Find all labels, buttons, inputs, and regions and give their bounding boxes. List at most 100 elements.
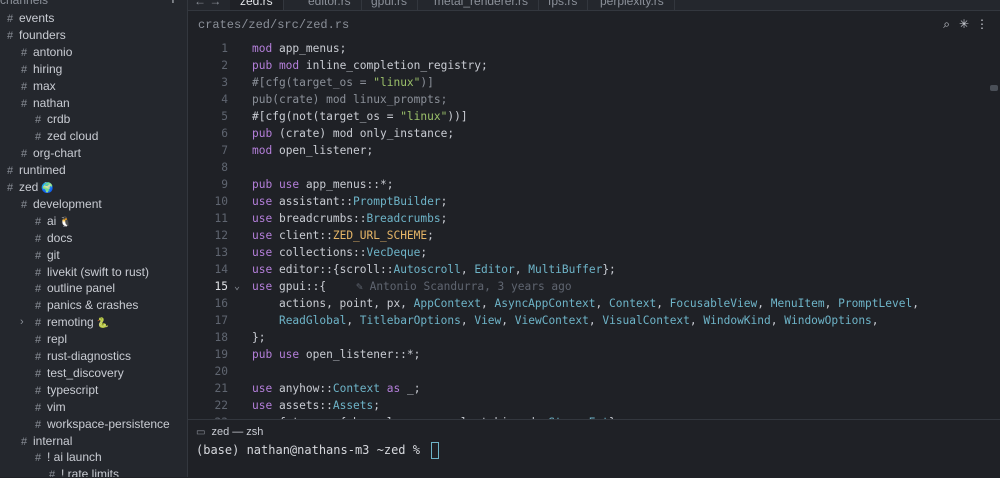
channel-item[interactable]: # zed cloud [32, 128, 98, 145]
code-token: Context [609, 297, 657, 310]
terminal-tab[interactable]: ▭ zed — zsh [196, 424, 263, 440]
channel-item[interactable]: # test_discovery [32, 365, 124, 382]
terminal-prompt-line[interactable]: (base) nathan@nathans-m3 ~zed % [196, 442, 440, 459]
code-token: gpui::{ [278, 280, 327, 293]
code-token: , [595, 297, 610, 310]
channel-label: org-chart [33, 146, 82, 161]
code-token: View [474, 314, 502, 327]
tab-fps-rs[interactable]: fps.rs [538, 0, 589, 10]
terminal-panel[interactable]: ▭ zed — zsh (base) nathan@nathans-m3 ~zed… [188, 419, 1000, 478]
forward-arrow-icon[interactable]: → [209, 0, 221, 8]
channel-item[interactable]: # ai 🐧 [32, 213, 72, 230]
breadcrumb[interactable]: crates/zed/src/zed.rs [198, 18, 349, 32]
code-line[interactable]: 3 #[cfg(target_os = "linux")] [188, 74, 1000, 91]
more-icon[interactable]: ⋮ [976, 17, 988, 31]
channel-item[interactable]: # org-chart [18, 145, 81, 162]
hash-icon: # [34, 266, 42, 279]
tab-metal-renderer-rs[interactable]: metal_renderer.rs [424, 0, 540, 10]
line-number: 8 [221, 161, 228, 174]
tab-bar: ← → zed.rs editor.rs gpui.rs metal_renderer… [188, 0, 1000, 11]
chevron-right-icon[interactable]: › [20, 314, 24, 331]
search-icon[interactable]: ⌕ [943, 17, 950, 32]
channel-item[interactable]: # ! ai launch [32, 449, 102, 466]
channel-item[interactable]: # panics & crashes [32, 297, 138, 314]
channel-item[interactable]: # git [32, 247, 60, 264]
code-line[interactable]: 2 pub mod inline_completion_registry; [188, 57, 1000, 74]
breadcrumb-row: crates/zed/src/zed.rs ⌕ ✳ ⋮ [188, 11, 1000, 39]
code-line[interactable]: 15 ⌄ use gpui::{✎ Antonio Scandurra, 3 yea… [188, 278, 1000, 295]
code-text: pub mod inline_completion_registry; [252, 57, 488, 74]
channel-item[interactable]: # livekit (swift to rust) [32, 264, 149, 281]
tab-editor-rs[interactable]: editor.rs [298, 0, 362, 10]
code-token: FocusableView [669, 297, 758, 310]
channel-item[interactable]: # hiring [18, 61, 62, 78]
code-line[interactable]: 1 mod app_menus; [188, 40, 1000, 57]
channel-item[interactable]: # zed 🌍 [4, 179, 54, 196]
code-line[interactable]: 13 use collections::VecDeque; [188, 244, 1000, 261]
channel-item[interactable]: # typescript [32, 382, 98, 399]
code-line[interactable]: 6 pub (crate) mod only_instance; [188, 125, 1000, 142]
terminal-icon: ▭ [196, 427, 206, 438]
code-line[interactable]: 21 use anyhow::Context as _; [188, 380, 1000, 397]
code-text: mod app_menus; [252, 40, 346, 57]
channel-item[interactable]: # runtimed [4, 162, 66, 179]
code-line[interactable]: 4 pub(crate) mod linux_prompts; [188, 91, 1000, 108]
code-token: pub mod [252, 59, 306, 72]
code-line[interactable]: 9 pub use app_menus::*; [188, 176, 1000, 193]
channel-item[interactable]: # events [4, 10, 54, 27]
code-token: assistant:: [278, 195, 354, 208]
channel-item[interactable]: # antonio [18, 44, 72, 61]
terminal-prompt: (base) nathan@nathans-m3 ~zed % [196, 443, 428, 457]
add-channel-icon[interactable]: + [169, 0, 177, 7]
code-line[interactable]: 11 use breadcrumbs::Breadcrumbs; [188, 210, 1000, 227]
channel-item[interactable]: # rust-diagnostics [32, 348, 131, 365]
hash-icon: # [6, 182, 14, 194]
code-line[interactable]: 7 mod open_listener; [188, 142, 1000, 159]
code-line[interactable]: 5 #[cfg(not(target_os = "linux"))] [188, 108, 1000, 125]
code-token: ; [373, 399, 381, 412]
channel-item[interactable]: › # remoting 🐍 [20, 314, 109, 331]
channel-item[interactable]: # development [18, 196, 102, 213]
inline-assist-icon[interactable]: ✳ [959, 17, 969, 31]
hash-icon: # [34, 351, 42, 363]
code-token: VecDeque [366, 246, 421, 259]
code-line[interactable]: 17 ReadGlobal, TitlebarOptions, View, Vi… [188, 312, 1000, 329]
code-editor[interactable]: 1 mod app_menus; 2 pub mod inline_completio… [188, 39, 1000, 419]
code-token: breadcrumbs:: [278, 212, 367, 225]
tab-zed-rs[interactable]: zed.rs [230, 0, 284, 10]
channel-item[interactable]: # crdb [32, 111, 70, 128]
line-number: 20 [214, 365, 228, 378]
channel-item[interactable]: # vim [32, 399, 66, 416]
channel-item[interactable]: # nathan [18, 95, 70, 112]
channel-item[interactable]: # repl [32, 331, 67, 348]
fold-chevron-icon[interactable]: ⌄ [234, 278, 240, 295]
code-token: MenuItem [770, 297, 825, 310]
channel-item[interactable]: # max [18, 78, 56, 95]
code-token: open_listener::*; [305, 348, 421, 361]
tab-perplexity-rs[interactable]: perplexity.rs [590, 0, 675, 10]
back-arrow-icon[interactable]: ← [194, 0, 206, 8]
code-token: }; [602, 263, 616, 276]
code-line[interactable]: 8 [188, 159, 1000, 176]
channel-item[interactable]: # outline panel [32, 280, 115, 297]
hash-icon: # [6, 165, 14, 178]
code-line[interactable]: 18}; [188, 329, 1000, 346]
code-line[interactable]: 22 use assets::Assets; [188, 397, 1000, 414]
code-line[interactable]: 10 use assistant::PromptBuilder; [188, 193, 1000, 210]
hash-icon: # [20, 46, 28, 59]
code-line[interactable]: 19 pub use open_listener::*; [188, 346, 1000, 363]
code-line[interactable]: 14 use editor::{scroll::Autoscroll, Edito… [188, 261, 1000, 278]
code-line[interactable]: 12 use client::ZED_URL_SCHEME; [188, 227, 1000, 244]
code-text: use anyhow::Context as _; [252, 380, 420, 397]
tab-gpui-rs[interactable]: gpui.rs [361, 0, 419, 10]
code-line[interactable]: 16 actions, point, px, AppContext, Async… [188, 295, 1000, 312]
channel-item[interactable]: # workspace-persistence [32, 416, 170, 433]
code-line[interactable]: 20 [188, 363, 1000, 380]
channel-item[interactable]: # internal [18, 433, 72, 450]
channel-item[interactable]: # founders [4, 27, 66, 44]
channel-item[interactable]: # docs [32, 230, 72, 247]
channel-item[interactable]: # ! rate limits [46, 466, 119, 477]
code-token: Breadcrumbs [366, 212, 441, 225]
hash-icon: # [6, 13, 14, 25]
line-number: 18 [214, 331, 228, 344]
